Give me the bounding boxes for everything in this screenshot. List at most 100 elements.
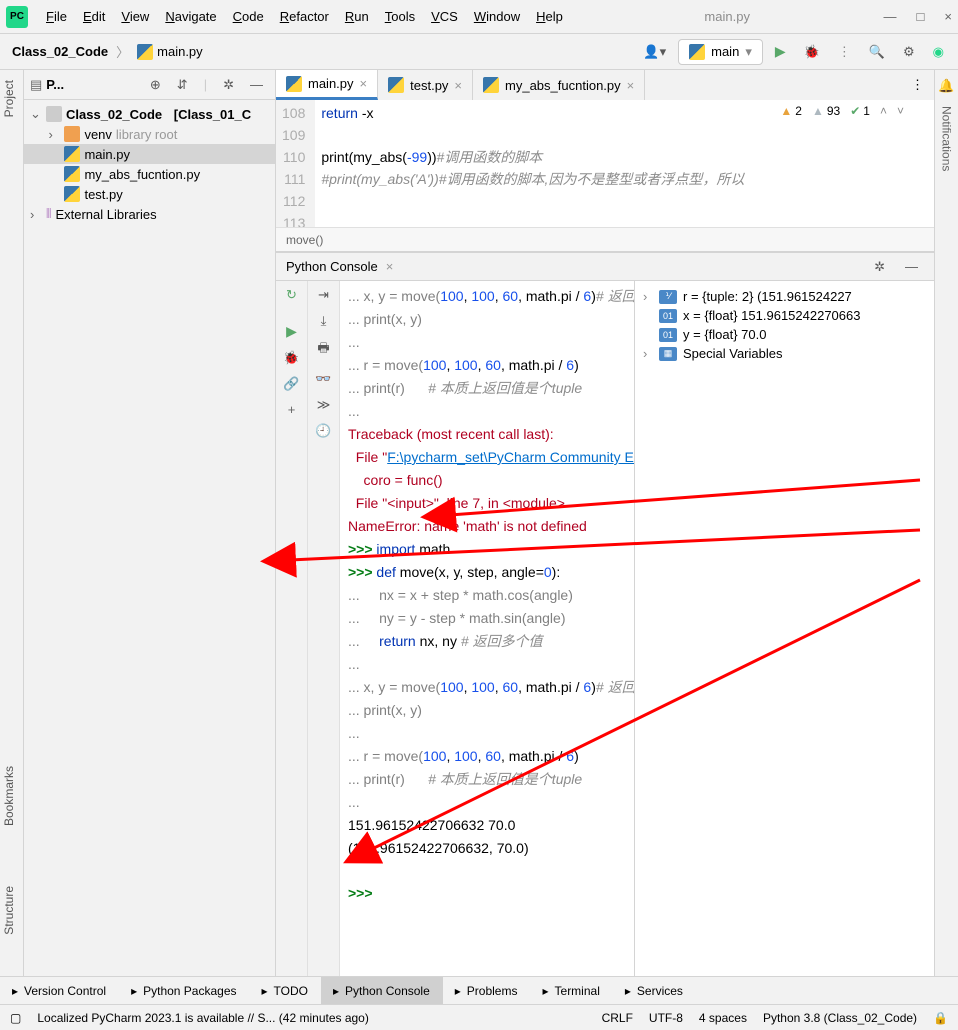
editor-tab[interactable]: my_abs_fucntion.py× [473,70,645,100]
close-button[interactable]: × [944,9,952,24]
softwrap-icon[interactable]: ⇥ [318,287,329,303]
bookmarks-tab[interactable]: Bookmarks [0,760,18,832]
toolwindow-python-console[interactable]: ▸Python Console [321,977,443,1004]
toolwindow-python-packages[interactable]: ▸Python Packages [119,977,249,1004]
debug-icon[interactable]: 🐞 [283,350,299,366]
breadcrumb-project[interactable]: Class_02_Code [8,42,112,61]
divider-icon: | [198,73,213,96]
bottom-toolbar: ▸Version Control▸Python Packages▸TODO▸Py… [0,976,958,1004]
tabs-more-icon[interactable]: ⋮ [901,77,934,93]
menu-vcs[interactable]: VCS [423,5,466,28]
indent[interactable]: 4 spaces [699,1011,747,1025]
run-config-selector[interactable]: main▾ [678,39,763,65]
search-button[interactable]: 🔍 [863,40,891,64]
menu-refactor[interactable]: Refactor [272,5,337,28]
gutter: 108109110111112113 [276,100,315,227]
editor-tab[interactable]: main.py× [276,70,378,100]
console-hide-icon[interactable]: — [899,255,924,278]
code-editor[interactable]: 108109110111112113 return -x print(my_ab… [276,100,934,227]
print-icon[interactable]: 🖶 [317,339,329,361]
tree-item[interactable]: main.py [24,144,275,164]
menu-edit[interactable]: Edit [75,5,113,28]
more-run-button[interactable]: ⋮ [832,40,857,64]
attach-icon[interactable]: 🔗 [283,376,299,392]
scroll-icon[interactable]: ⤓ [321,313,327,329]
minimize-button[interactable]: — [884,9,897,24]
jetbrains-icon[interactable]: ◉ [927,40,950,64]
editor-area: main.py×test.py×my_abs_fucntion.py× ⋮ 108… [276,70,934,976]
left-stripe: Project Bookmarks Structure [0,70,24,976]
interpreter[interactable]: Python 3.8 (Class_02_Code) [763,1011,917,1025]
tree-item[interactable]: ›venv library root [24,124,275,144]
console-output[interactable]: ... x, y = move(100, 100, 60, math.pi / … [340,281,634,976]
python-icon [137,44,153,60]
external-libraries[interactable]: ›⫴ External Libraries [24,204,275,224]
notifications-tab[interactable]: Notifications [940,106,954,171]
run-button[interactable]: ▶ [769,39,792,64]
add-icon[interactable]: + [288,402,296,417]
project-tree: ⌄ Class_02_Code [Class_01_C ›venv librar… [24,100,275,228]
menu-help[interactable]: Help [528,5,571,28]
code-text[interactable]: return -x print(my_abs(-99))#调用函数的脚本 #pr… [315,100,750,227]
hide-icon[interactable]: — [244,73,269,96]
tree-root[interactable]: ⌄ Class_02_Code [Class_01_C [24,104,275,124]
variable-row[interactable]: 01x = {float} 151.9615242270663 [641,306,928,325]
clock-icon[interactable]: 🕘 [315,423,331,439]
window-title: main.py [571,9,884,24]
menu-window[interactable]: Window [466,5,528,28]
toolwindow-problems[interactable]: ▸Problems [443,977,531,1004]
toolwindow-version-control[interactable]: ▸Version Control [0,977,119,1004]
close-tab-icon[interactable]: × [386,259,394,274]
debug-button[interactable]: 🐞 [798,40,826,64]
menu-view[interactable]: View [113,5,157,28]
console-settings-icon[interactable]: ✲ [868,255,891,279]
menubar: PC FileEditViewNavigateCodeRefactorRunTo… [0,0,958,34]
toolwindow-todo[interactable]: ▸TODO [250,977,321,1004]
notifications-icon[interactable]: 🔔 [938,78,954,94]
inspections-widget[interactable]: ▲2 ▲93 ✔1 ˄˅ [780,104,904,118]
status-indicator-icon[interactable]: ▢ [10,1011,21,1025]
variable-row[interactable]: 01y = {float} 70.0 [641,325,928,344]
vars-icon[interactable]: 👓 [315,371,331,387]
variables-panel: ›⅟r = {tuple: 2} (151.96152422701x = {fl… [634,281,934,976]
pycharm-logo: PC [6,6,28,28]
console-area: Python Console × ✲ — ↻ ▶ 🐞 🔗 + ⇥ ⤓ [276,252,934,976]
editor-tab[interactable]: test.py× [378,70,473,100]
status-bar: ▢ Localized PyCharm 2023.1 is available … [0,1004,958,1030]
settings-button[interactable]: ⚙ [897,40,921,64]
editor-tabs: main.py×test.py×my_abs_fucntion.py× ⋮ [276,70,934,100]
settings-icon[interactable]: ✲ [217,73,240,97]
console-toolbar-1: ↻ ▶ 🐞 🔗 + [276,281,308,976]
toolwindow-terminal[interactable]: ▸Terminal [530,977,612,1004]
play-icon[interactable]: ▶ [286,323,297,340]
menu-run[interactable]: Run [337,5,377,28]
encoding[interactable]: UTF-8 [649,1011,683,1025]
editor-breadcrumb[interactable]: move() [276,227,934,251]
structure-tab[interactable]: Structure [0,880,18,941]
status-message[interactable]: Localized PyCharm 2023.1 is available //… [37,1011,369,1025]
line-separator[interactable]: CRLF [602,1011,633,1025]
expand-icon[interactable]: ⇵ [171,73,194,97]
menu-code[interactable]: Code [225,5,272,28]
history-icon[interactable]: ≫ [317,397,331,413]
maximize-button[interactable]: □ [917,9,925,24]
lock-icon[interactable]: 🔒 [933,1011,948,1025]
menu-tools[interactable]: Tools [377,5,423,28]
project-tab[interactable]: Project [0,74,18,123]
toolwindow-services[interactable]: ▸Services [613,977,696,1004]
locate-icon[interactable]: ⊕ [144,73,167,97]
tree-item[interactable]: my_abs_fucntion.py [24,164,275,184]
tree-item[interactable]: test.py [24,184,275,204]
console-header: Python Console × ✲ — [276,253,934,281]
project-header-label: P... [46,77,64,92]
menu-file[interactable]: File [38,5,75,28]
menu-navigate[interactable]: Navigate [157,5,224,28]
variable-row[interactable]: ›⅟r = {tuple: 2} (151.961524227 [641,287,928,306]
rerun-icon[interactable]: ↻ [286,287,297,303]
breadcrumb-file[interactable]: main.py [133,42,207,62]
python-icon [689,44,705,60]
right-stripe: 🔔 Notifications [934,70,958,976]
variable-row[interactable]: ›▦Special Variables [641,344,928,363]
project-header: ▤ P... ⊕ ⇵ | ✲ — [24,70,275,100]
user-icon[interactable]: 👤▾ [637,40,672,64]
